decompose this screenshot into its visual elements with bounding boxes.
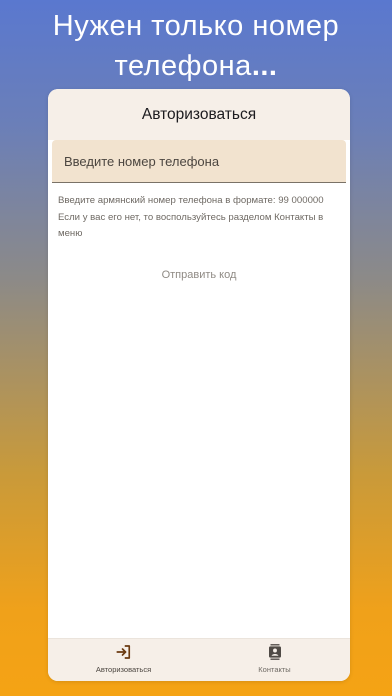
send-code-button[interactable]: Отправить код — [52, 269, 346, 281]
promo-ellipsis: ... — [251, 50, 278, 82]
phone-hint-line-2: Если у вас его нет, то воспользуйтесь ра… — [58, 211, 324, 240]
bottom-nav: Авторизоваться Контакты — [48, 638, 350, 681]
phone-input-placeholder: Введите номер телефона — [64, 153, 220, 169]
page-title: Авторизоваться — [141, 105, 257, 123]
app-bar: Авторизоваться — [48, 89, 350, 140]
nav-item-login[interactable]: Авторизоваться — [48, 639, 199, 681]
nav-item-contacts-label: Контакты — [258, 665, 291, 674]
login-icon — [115, 645, 130, 659]
nav-item-login-label: Авторизоваться — [95, 665, 152, 674]
promo-line-2: телефона... — [0, 46, 392, 86]
phone-hint-line-1: Введите армянский номер телефона в форма… — [58, 195, 324, 206]
promo-line-1: Нужен только номер — [52, 10, 340, 42]
app-screen: Авторизоваться Введите номер телефона Вв… — [48, 89, 350, 681]
contacts-icon — [268, 644, 281, 660]
login-form: Введите номер телефона Введите армянский… — [48, 140, 350, 281]
phone-input[interactable]: Введите номер телефона — [52, 140, 346, 183]
promo-line-2-text: телефона — [114, 50, 252, 82]
phone-hint: Введите армянский номер телефона в форма… — [52, 193, 346, 243]
nav-item-contacts[interactable]: Контакты — [199, 639, 350, 681]
promo-headline: Нужен только номер телефона... — [0, 6, 392, 86]
